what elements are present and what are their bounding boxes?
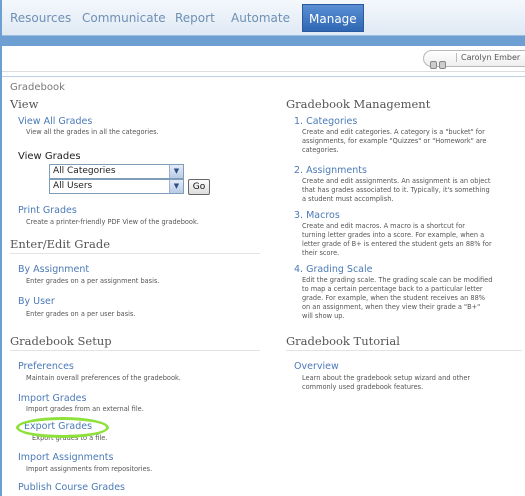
import-assignments-link[interactable]: Import Assignments bbox=[18, 452, 113, 463]
publish-course-grades-link[interactable]: Publish Course Grades bbox=[18, 482, 125, 493]
breadcrumb[interactable]: Gradebook bbox=[10, 82, 65, 93]
desc-line: Edit the grading scale. The grading scal… bbox=[302, 276, 493, 284]
desc-line: will show up. bbox=[302, 312, 345, 320]
categories-link[interactable]: 1. Categories bbox=[294, 116, 357, 127]
macros-desc: Create and edit macros. A macro is a sho… bbox=[302, 222, 492, 258]
divider bbox=[10, 350, 260, 351]
print-grades-desc: Create a printer-friendly PDF View of th… bbox=[26, 218, 199, 226]
users-icon bbox=[430, 54, 448, 69]
tab-report[interactable]: Report bbox=[175, 11, 215, 25]
desc-line: a student must accomplish. bbox=[302, 195, 394, 203]
desc-line: Create and edit categories. A category i… bbox=[302, 128, 485, 136]
desc-line: letter grade of B+ is entered the studen… bbox=[302, 240, 492, 248]
view-all-grades-link[interactable]: View All Grades bbox=[18, 116, 92, 127]
top-nav: Resources Communicate Report Automate Ma… bbox=[2, 0, 525, 36]
categories-desc: Create and edit categories. A category i… bbox=[302, 128, 487, 155]
user-select[interactable]: All Users ▼ bbox=[49, 179, 184, 194]
divider bbox=[2, 76, 525, 77]
divider bbox=[10, 253, 260, 254]
chevron-down-icon: ▼ bbox=[169, 165, 183, 178]
go-button[interactable]: Go bbox=[188, 179, 210, 195]
tab-manage[interactable]: Manage bbox=[302, 4, 364, 32]
overview-desc: Learn about the gradebook setup wizard a… bbox=[302, 374, 470, 392]
preferences-desc: Maintain overall preferences of the grad… bbox=[26, 374, 181, 382]
desc-line: that has grades associated to it. Typica… bbox=[302, 186, 490, 194]
view-all-grades-desc: View all the grades in all the categorie… bbox=[26, 128, 159, 136]
enter-edit-heading: Enter/Edit Grade bbox=[10, 237, 111, 251]
tab-resources[interactable]: Resources bbox=[10, 11, 71, 25]
divider bbox=[286, 350, 522, 351]
view-grades-label: View Grades bbox=[18, 151, 81, 162]
tab-automate[interactable]: Automate bbox=[231, 11, 290, 25]
assignments-link[interactable]: 2. Assignments bbox=[294, 165, 367, 176]
category-select-value: All Categories bbox=[53, 166, 116, 176]
setup-heading: Gradebook Setup bbox=[10, 334, 112, 348]
user-name: Carolyn Ember bbox=[456, 53, 520, 62]
desc-line: to map a certain percentage back to a pa… bbox=[302, 285, 483, 293]
category-select[interactable]: All Categories ▼ bbox=[49, 164, 184, 179]
desc-line: Create and edit macros. A macro is a sho… bbox=[302, 222, 465, 230]
chevron-down-icon: ▼ bbox=[169, 180, 183, 193]
desc-line: on an assignment, when they view their g… bbox=[302, 303, 481, 311]
desc-line: turning letter grades into a score. For … bbox=[302, 231, 485, 239]
by-assignment-desc: Enter grades on a per assignment basis. bbox=[26, 277, 160, 285]
desc-line: categories. bbox=[302, 146, 339, 154]
user-select-value: All Users bbox=[53, 181, 93, 191]
user-bar: Carolyn Ember bbox=[2, 46, 525, 72]
desc-line: commonly used gradebook features. bbox=[302, 383, 424, 391]
tutorial-heading: Gradebook Tutorial bbox=[286, 334, 400, 348]
macros-link[interactable]: 3. Macros bbox=[294, 210, 340, 221]
desc-line: their score. bbox=[302, 249, 340, 257]
desc-line: grade. For example, when the student rec… bbox=[302, 294, 486, 302]
highlight-circle bbox=[16, 417, 109, 438]
grading-scale-link[interactable]: 4. Grading Scale bbox=[294, 264, 372, 275]
grading-scale-desc: Edit the grading scale. The grading scal… bbox=[302, 276, 492, 321]
tab-communicate[interactable]: Communicate bbox=[82, 11, 166, 25]
desc-line: assignments, for example "Quizzes" or "H… bbox=[302, 137, 487, 145]
assignments-desc: Create and edit assignments. An assignme… bbox=[302, 177, 490, 204]
print-grades-link[interactable]: Print Grades bbox=[18, 205, 77, 216]
by-user-desc: Enter grades on a per user basis. bbox=[26, 310, 136, 318]
import-assignments-desc: Import assignments from repositories. bbox=[26, 465, 153, 473]
import-grades-link[interactable]: Import Grades bbox=[18, 393, 86, 404]
nav-band bbox=[2, 36, 525, 46]
preferences-link[interactable]: Preferences bbox=[18, 361, 74, 372]
overview-link[interactable]: Overview bbox=[294, 361, 339, 372]
by-assignment-link[interactable]: By Assignment bbox=[18, 264, 89, 275]
view-heading: View bbox=[10, 97, 39, 111]
desc-line: Create and edit assignments. An assignme… bbox=[302, 177, 491, 185]
management-heading: Gradebook Management bbox=[286, 97, 431, 111]
desc-line: Learn about the gradebook setup wizard a… bbox=[302, 374, 471, 382]
gradebook-window: Resources Communicate Report Automate Ma… bbox=[0, 0, 525, 496]
by-user-link[interactable]: By User bbox=[18, 296, 55, 307]
user-menu[interactable]: Carolyn Ember bbox=[423, 50, 525, 69]
import-grades-desc: Import grades from an external file. bbox=[26, 405, 144, 413]
